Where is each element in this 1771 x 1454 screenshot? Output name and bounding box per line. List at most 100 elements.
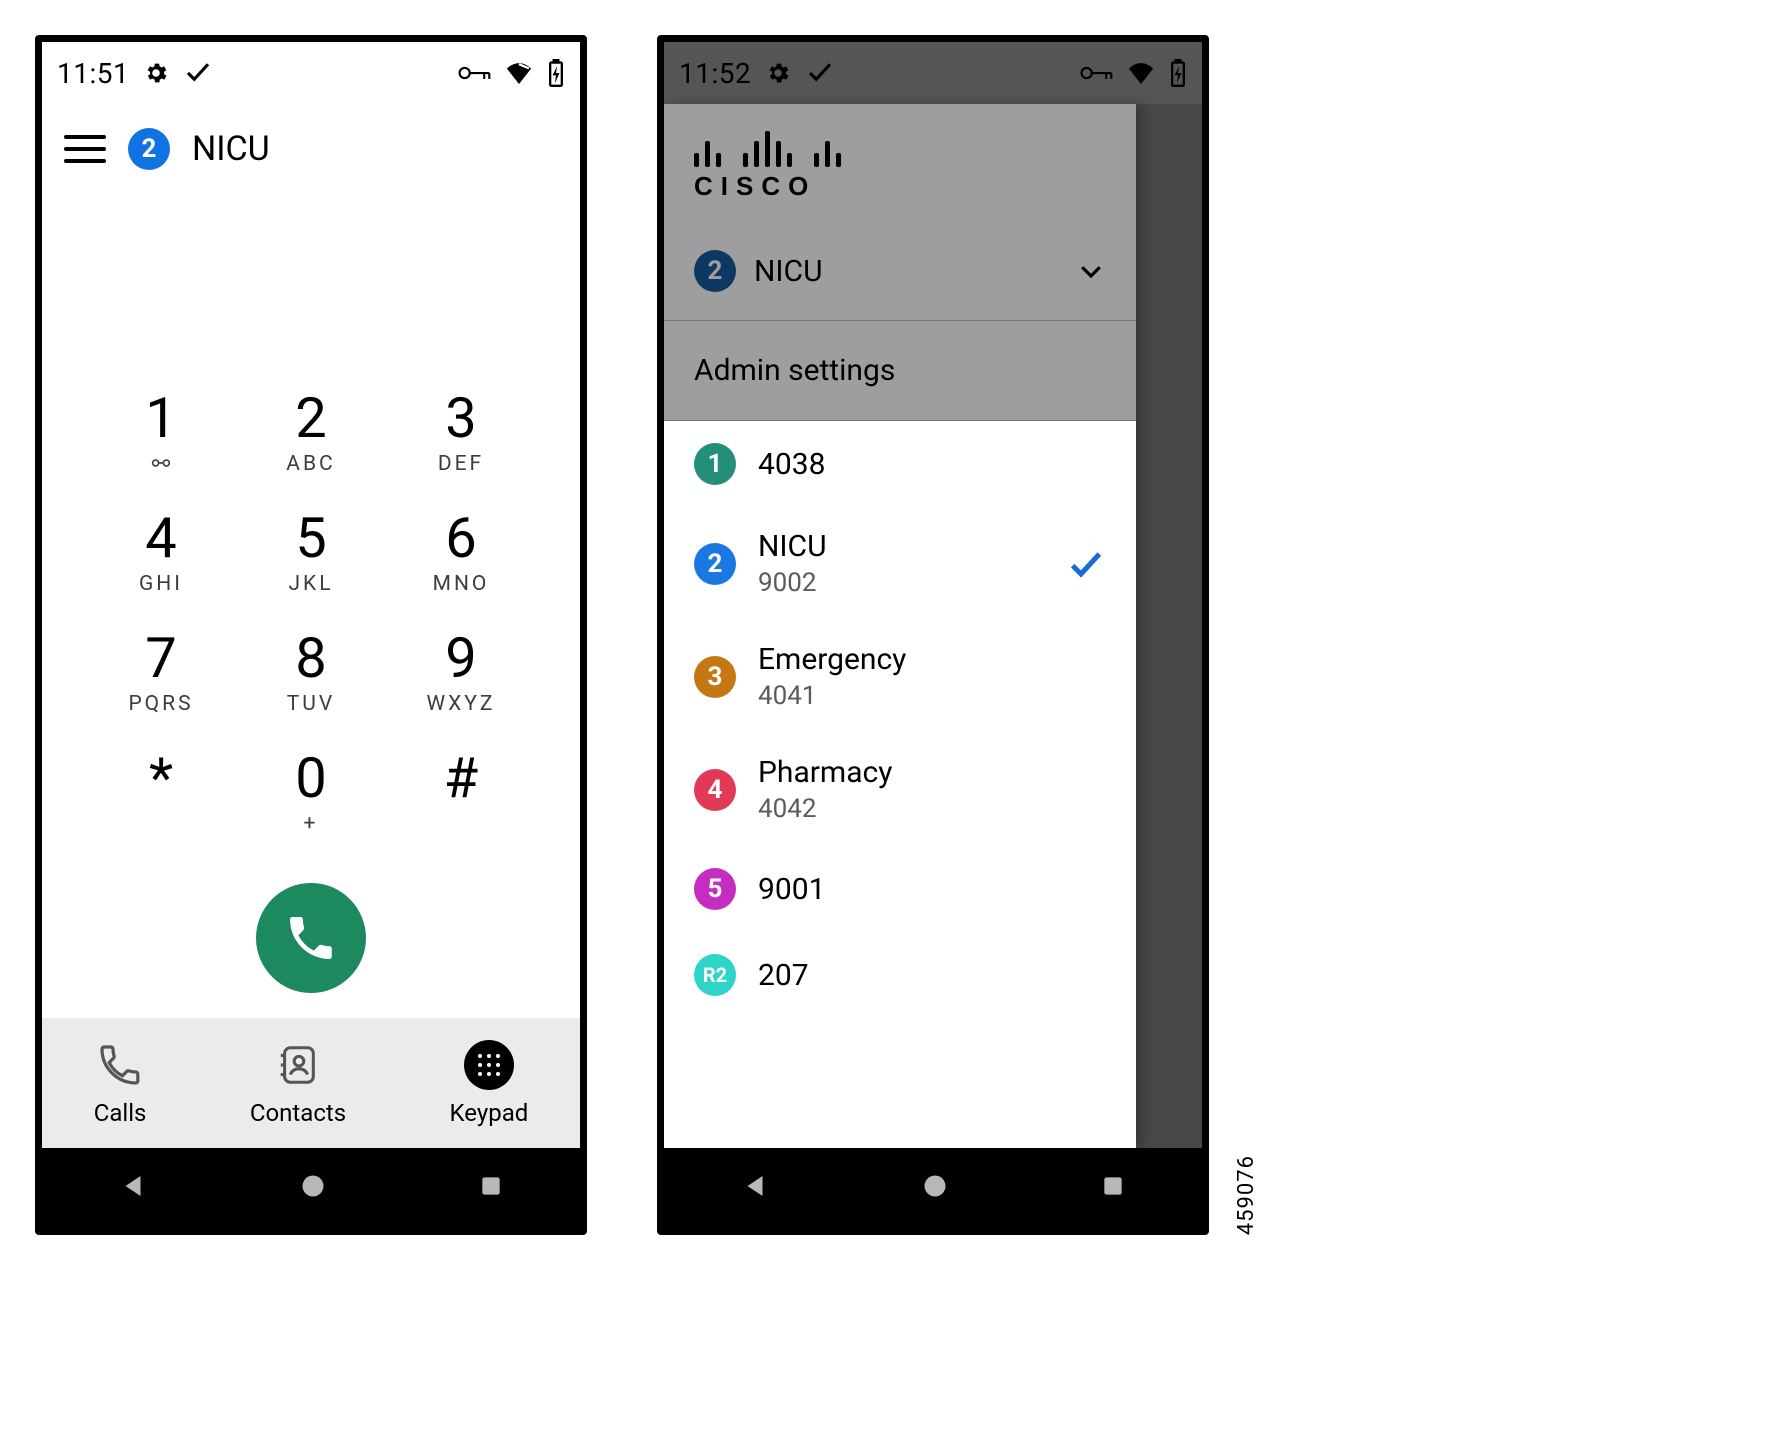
menu-icon[interactable] — [64, 135, 106, 163]
key-5[interactable]: 5JKL — [236, 493, 386, 613]
call-button[interactable] — [256, 883, 366, 993]
key-letters: GHI — [139, 572, 183, 596]
nav-recents[interactable] — [478, 1173, 504, 1203]
key-digit: # — [444, 750, 478, 806]
check-icon — [805, 58, 835, 88]
line-badge: 4 — [694, 769, 736, 811]
line-item[interactable]: 3 Emergency 4041 — [664, 620, 1136, 733]
line-name: Emergency — [758, 642, 906, 677]
key-letters: ⚯ — [152, 452, 170, 476]
line-list: 1 4038 2 NICU 9002 3 Emergency 4041 4 Pharmacy 404… — [664, 421, 1136, 1148]
cisco-text: CISCO — [694, 171, 1106, 202]
line-name: 207 — [758, 958, 809, 993]
admin-settings[interactable]: Admin settings — [664, 321, 1136, 421]
keypad: 1⚯2ABC3DEF4GHI5JKL6MNO7PQRS8TUV9WXYZ*0+# — [86, 373, 536, 853]
key-#[interactable]: # — [386, 733, 536, 853]
tab-contacts-label: Contacts — [250, 1099, 346, 1127]
tab-calls[interactable]: Calls — [94, 1039, 147, 1127]
line-badge: 2 — [694, 250, 736, 292]
status-bar: 11:52 — [664, 42, 1202, 104]
nav-back[interactable] — [740, 1171, 770, 1205]
key-4[interactable]: 4 GHI — [86, 493, 236, 613]
key-digit: 3 — [445, 390, 476, 446]
line-item[interactable]: 59001 — [664, 846, 1136, 932]
battery-icon — [1169, 59, 1187, 87]
key-7[interactable]: 7 PQRS — [86, 613, 236, 733]
line-badge: 3 — [694, 656, 736, 698]
key-letters: PQRS — [128, 692, 193, 716]
bottom-tabs: Calls Contacts Keypad — [42, 1018, 580, 1148]
line-number: 9002 — [758, 568, 827, 598]
key-letters: + — [304, 812, 319, 836]
line-item[interactable]: 1 4038 — [664, 421, 1136, 507]
key-digit: 8 — [295, 630, 326, 686]
vpn-key-icon — [457, 63, 491, 83]
drawer-container: CISCO 2 NICU Admin settings 1 4038 2 NICU 90… — [664, 104, 1202, 1148]
admin-settings-label: Admin settings — [694, 353, 895, 388]
battery-icon — [547, 59, 565, 87]
key-6[interactable]: 6MNO — [386, 493, 536, 613]
tab-contacts[interactable]: Contacts — [250, 1039, 346, 1127]
status-bar: 11:51 — [42, 42, 580, 104]
line-texts: 4038 — [758, 447, 825, 482]
status-time: 11:52 — [679, 57, 751, 90]
line-badge: 1 — [694, 443, 736, 485]
key-letters: DEF — [438, 452, 484, 476]
cisco-logo: CISCO — [694, 129, 1106, 202]
phone-line-drawer-screen: 11:52 — [657, 35, 1209, 1235]
key-letters: ABC — [286, 452, 335, 476]
line-badge: 2 — [694, 543, 736, 585]
phone-handset-icon — [283, 910, 339, 966]
line-title: NICU — [192, 129, 270, 169]
line-texts: 9001 — [758, 872, 825, 907]
tab-keypad[interactable]: Keypad — [450, 1039, 529, 1127]
nav-home[interactable] — [921, 1172, 949, 1204]
key-3[interactable]: 3 DEF — [386, 373, 536, 493]
line-texts: Emergency 4041 — [758, 642, 906, 711]
line-item[interactable]: 4 Pharmacy 4042 — [664, 733, 1136, 846]
drawer-current-line[interactable]: 2 NICU — [664, 222, 1136, 321]
key-letters: WXYZ — [427, 692, 496, 716]
line-texts: NICU 9002 — [758, 529, 827, 598]
key-digit: 2 — [295, 390, 326, 446]
line-number: 4041 — [758, 681, 906, 711]
calls-icon — [96, 1041, 144, 1089]
line-name: 9001 — [758, 872, 825, 907]
tab-calls-label: Calls — [94, 1099, 147, 1127]
line-item[interactable]: 2 NICU 9002 — [664, 507, 1136, 620]
contacts-icon — [275, 1042, 321, 1088]
android-nav — [42, 1148, 580, 1228]
wifi-icon — [1127, 62, 1155, 84]
line-name: Pharmacy — [758, 755, 892, 790]
key-0[interactable]: 0+ — [236, 733, 386, 853]
line-badge: 2 — [128, 128, 170, 170]
drawer-header-dimmed: CISCO 2 NICU Admin settings — [664, 104, 1136, 421]
keypad-area: 1⚯2ABC3DEF4GHI5JKL6MNO7PQRS8TUV9WXYZ*0+# — [42, 194, 580, 1018]
check-icon — [183, 58, 213, 88]
phone-dialer-screen: 11:51 2 NICU 1⚯ 2 ABC 3 DEF 4 GHI 5JKL6MNO 7 PQRS… — [35, 35, 587, 1235]
nav-back[interactable] — [118, 1171, 148, 1205]
selected-check-icon — [1066, 544, 1106, 584]
key-digit: 0 — [295, 750, 326, 806]
key-1[interactable]: 1⚯ — [86, 373, 236, 493]
key-9[interactable]: 9 WXYZ — [386, 613, 536, 733]
key-*[interactable]: * — [86, 733, 236, 853]
nav-recents[interactable] — [1100, 1173, 1126, 1203]
key-digit: 9 — [445, 630, 476, 686]
line-number: 4042 — [758, 794, 892, 824]
key-letters: TUV — [287, 692, 336, 716]
nav-drawer: CISCO 2 NICU Admin settings 1 4038 2 NICU 90… — [664, 104, 1136, 1148]
gear-icon — [765, 60, 791, 86]
line-name: 4038 — [758, 447, 825, 482]
key-2[interactable]: 2 ABC — [236, 373, 386, 493]
key-digit: 7 — [145, 630, 176, 686]
drawer-scrim[interactable] — [1136, 104, 1202, 1148]
android-nav — [664, 1148, 1202, 1228]
line-item[interactable]: R2207 — [664, 932, 1136, 1018]
key-8[interactable]: 8 TUV — [236, 613, 386, 733]
nav-home[interactable] — [299, 1172, 327, 1204]
key-letters: MNO — [433, 572, 490, 596]
tab-keypad-label: Keypad — [450, 1099, 529, 1127]
key-digit: 4 — [145, 510, 176, 566]
line-name: NICU — [758, 529, 827, 564]
